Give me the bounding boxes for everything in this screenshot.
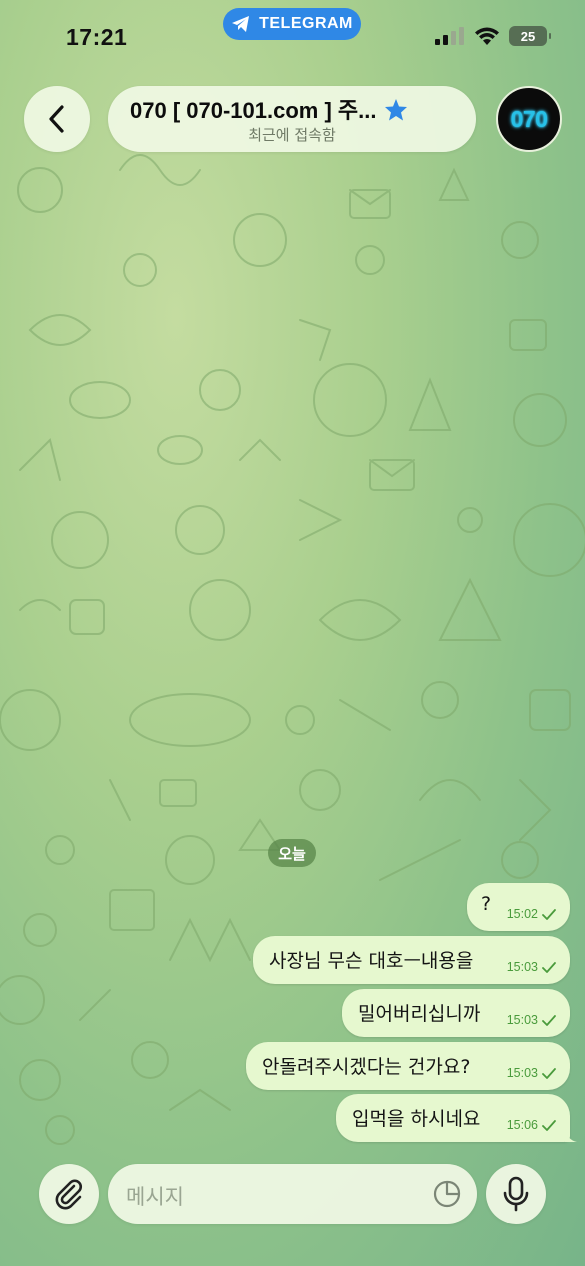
message-time: 15:03 [506,1066,538,1080]
chat-last-seen: 최근에 접속함 [248,126,336,144]
telegram-pill[interactable]: TELEGRAM [223,8,361,40]
mic-icon [503,1176,529,1212]
message-text: 사장님 무슨 대호ㅡ내용을 [269,950,474,972]
sticker-icon[interactable] [433,1180,461,1208]
wifi-icon [475,27,499,45]
signal-icon [435,27,464,45]
back-chevron-icon [49,105,64,133]
star-icon [385,98,408,120]
message-bubble[interactable]: 사장님 무슨 대호ㅡ내용을 15:03 [253,936,570,984]
bubble-tail [565,1128,577,1142]
message-time: 15:02 [506,907,538,921]
battery-indicator: 25 [509,26,551,46]
status-time: 17:21 [66,24,128,50]
chat-title: 070 [ 070-101.com ] 주... [130,98,377,123]
mic-button[interactable] [486,1164,546,1224]
telegram-plane-icon [232,16,250,32]
read-check-icon [542,1014,556,1026]
status-bar: 17:21 TELEGRAM 25 [0,0,585,70]
message-bubble[interactable]: 안돌려주시겠다는 건가요? 15:03 [246,1042,570,1090]
chat-title-pill[interactable]: 070 [ 070-101.com ] 주... 최근에 접속함 [108,86,476,152]
message-input[interactable]: 메시지 [108,1164,477,1224]
message-time: 15:03 [506,960,538,974]
message-bubble[interactable]: ? 15:02 [467,883,570,931]
read-check-icon [542,961,556,973]
message-input-placeholder: 메시지 [126,1185,184,1209]
attach-icon [55,1179,82,1210]
message-time: 15:06 [506,1118,538,1132]
read-check-icon [542,908,556,920]
status-icons: 25 [435,26,551,46]
back-button[interactable] [24,86,90,152]
telegram-pill-label: TELEGRAM [259,15,353,32]
message-text: 입먹을 하시네요 [352,1108,481,1130]
date-separator: 오늘 [268,839,316,867]
read-check-icon [542,1119,556,1131]
message-bubble[interactable]: 입먹을 하시네요 15:06 [336,1094,577,1142]
message-bubble[interactable]: 밀어버리십니까 15:03 [342,989,570,1037]
message-text: 밀어버리십니까 [358,1003,481,1025]
message-text: ? [481,893,492,915]
message-text: 안돌려주시겠다는 건가요? [262,1056,471,1078]
avatar[interactable]: 070 [496,86,562,152]
read-check-icon [542,1067,556,1079]
attach-button[interactable] [39,1164,99,1224]
message-time: 15:03 [506,1013,538,1027]
